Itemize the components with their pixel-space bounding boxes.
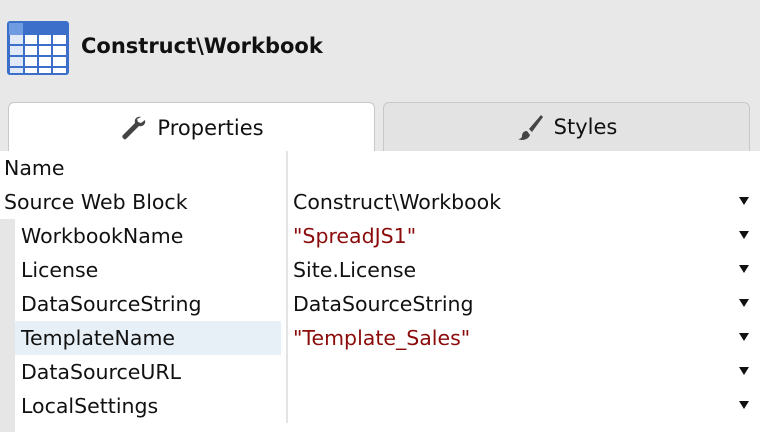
dropdown-arrow-icon[interactable]	[739, 231, 749, 239]
property-name: WorkbookName	[21, 224, 184, 248]
column-divider	[286, 151, 288, 185]
dropdown-arrow-icon[interactable]	[739, 367, 749, 375]
property-name: DataSourceString	[21, 292, 202, 316]
property-value-field[interactable]: Construct\Workbook	[293, 185, 501, 219]
column-divider	[286, 219, 288, 253]
tab-styles[interactable]: Styles	[383, 102, 750, 151]
property-value-field[interactable]: DataSourceString	[293, 287, 474, 321]
column-divider	[286, 355, 288, 389]
column-divider	[286, 321, 288, 355]
page-title: Construct\Workbook	[81, 34, 323, 58]
property-row-source-web-block[interactable]: Source Web Block Construct\Workbook	[0, 185, 760, 219]
property-value-field[interactable]: "Template_Sales"	[293, 321, 470, 355]
property-row-workbook-name[interactable]: WorkbookName "SpreadJS1"	[0, 219, 760, 253]
dropdown-arrow-icon[interactable]	[739, 401, 749, 409]
dropdown-arrow-icon[interactable]	[739, 333, 749, 341]
tab-styles-label: Styles	[553, 115, 618, 139]
dropdown-arrow-icon[interactable]	[739, 299, 749, 307]
property-name: Source Web Block	[4, 190, 188, 214]
property-row-name[interactable]: Name	[0, 151, 760, 185]
property-row-local-settings[interactable]: LocalSettings	[0, 389, 760, 423]
properties-header: Construct\Workbook	[0, 0, 760, 96]
property-name: LocalSettings	[21, 394, 159, 418]
column-divider	[286, 287, 288, 321]
property-name: TemplateName	[21, 326, 176, 350]
property-value-field[interactable]: "SpreadJS1"	[293, 219, 416, 253]
dropdown-arrow-icon[interactable]	[739, 197, 749, 205]
property-row-data-source-url[interactable]: DataSourceURL	[0, 355, 760, 389]
paintbrush-icon	[517, 115, 543, 140]
property-name: Name	[4, 156, 65, 180]
property-name: License	[21, 258, 99, 282]
tab-properties[interactable]: Properties	[8, 102, 375, 152]
spreadsheet-grid-icon	[7, 21, 69, 75]
dropdown-arrow-icon[interactable]	[739, 265, 749, 273]
property-row-license[interactable]: License Site.License	[0, 253, 760, 287]
property-row-data-source-string[interactable]: DataSourceString DataSourceString	[0, 287, 760, 321]
wrench-icon	[122, 116, 146, 139]
column-divider	[286, 389, 288, 423]
column-divider	[286, 253, 288, 287]
tab-properties-label: Properties	[157, 115, 264, 140]
column-divider	[286, 185, 288, 219]
property-name: DataSourceURL	[21, 360, 182, 384]
property-grid: Name Source Web Block Construct\Workbook…	[0, 151, 760, 432]
property-row-template-name[interactable]: TemplateName "Template_Sales"	[0, 321, 760, 355]
property-value-field[interactable]: Site.License	[293, 253, 416, 287]
